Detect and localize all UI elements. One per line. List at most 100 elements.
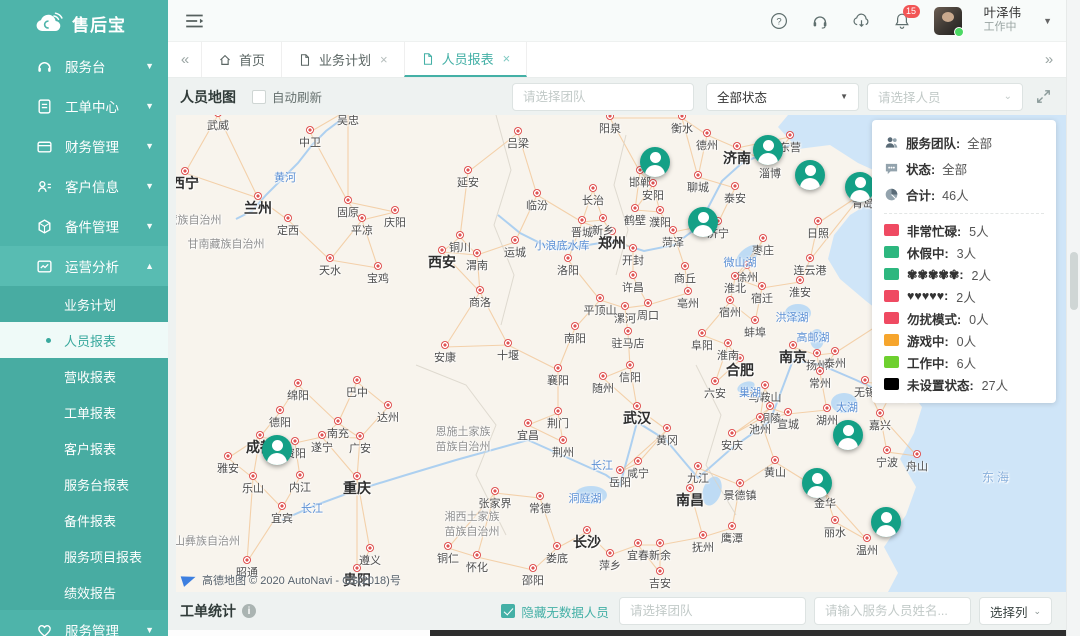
legend-status-value: 0人 — [957, 331, 976, 350]
caret-down-icon: ▼ — [145, 181, 154, 191]
sidebar-item-备件管理[interactable]: 备件管理▼ — [0, 206, 168, 246]
legend-summary: 服务团队:全部状态:全部合计:46人 — [884, 129, 1044, 207]
status-filter-value: 全部状态 — [717, 87, 767, 106]
legend-status-value: 6人 — [957, 353, 976, 372]
sidebar-item-财务管理[interactable]: 财务管理▼ — [0, 126, 168, 166]
caret-down-icon: ▼ — [145, 625, 154, 635]
page-scrollbar[interactable] — [1066, 0, 1080, 636]
tab-close-icon[interactable]: × — [380, 52, 388, 67]
finance-icon — [36, 138, 53, 155]
analytics-icon — [36, 258, 53, 275]
personnel-marker-icon[interactable] — [802, 468, 832, 498]
workorder-stats-bar: 工单统计 i 隐藏无数据人员 选择列 ⌄ — [168, 592, 1066, 630]
legend-status-label: 勿扰模式: — [907, 309, 961, 328]
personnel-marker-icon[interactable] — [845, 172, 875, 202]
stats-team-filter-input[interactable] — [619, 597, 806, 625]
sidebar-item-服务管理[interactable]: 服务管理▼ — [0, 610, 168, 636]
user-info[interactable]: 叶泽伟 工作中 — [984, 6, 1022, 35]
download-release-icon[interactable] — [852, 12, 871, 30]
personnel-marker-icon[interactable] — [688, 207, 718, 237]
sidebar-subitem-label: 服务台报表 — [64, 475, 129, 494]
team-filter-input[interactable] — [512, 83, 694, 111]
legend-status-row: 未设置状态:27人 — [884, 373, 1044, 395]
sidebar-subitem-业务计划[interactable]: 业务计划 — [0, 286, 168, 322]
choose-columns-button[interactable]: 选择列 ⌄ — [979, 597, 1052, 625]
sidebar-item-工单中心[interactable]: 工单中心▼ — [0, 86, 168, 126]
auto-refresh-label[interactable]: 自动刷新 — [272, 87, 322, 106]
hide-empty-checkbox[interactable] — [501, 604, 515, 618]
legend-summary-value: 全部 — [967, 133, 992, 152]
sidebar-subitem-绩效报告[interactable]: 绩效报告 — [0, 574, 168, 610]
person-filter-select[interactable]: 请选择人员 ⌄ — [867, 83, 1023, 111]
help-icon[interactable]: ? — [770, 12, 789, 30]
workorder-icon — [36, 98, 53, 115]
legend-status-label: 工作中: — [907, 353, 949, 372]
user-menu-caret-icon[interactable]: ▼ — [1043, 16, 1052, 26]
scrollbar-thumb[interactable] — [1070, 252, 1078, 310]
personnel-map[interactable]: 西宁兰州西安郑州济南武汉合肥南京上海南昌长沙重庆成都贵阳武威吴忠中卫定西固原平凉… — [176, 115, 1066, 592]
document-icon — [421, 52, 435, 66]
legend-status-label: 游戏中: — [907, 331, 949, 350]
legend-status-row: ♥♥♥♥♥:2人 — [884, 285, 1044, 307]
legend-status-row: 非常忙碌:5人 — [884, 219, 1044, 241]
legend-status-value: 2人 — [972, 265, 991, 284]
notification-badge: 15 — [903, 5, 920, 18]
stats-person-name-input[interactable] — [814, 597, 971, 625]
tab-业务计划[interactable]: 业务计划× — [281, 42, 405, 77]
svg-text:?: ? — [776, 16, 781, 27]
tab-label: 首页 — [239, 50, 265, 69]
legend-color-swatch — [884, 246, 899, 258]
sidebar-subitem-营收报表[interactable]: 营收报表 — [0, 358, 168, 394]
info-icon: i — [242, 604, 256, 618]
status-filter-select[interactable]: 全部状态 ▼ — [706, 83, 859, 111]
home-icon — [218, 53, 232, 67]
sidebar-item-运营分析[interactable]: 运营分析▲ — [0, 246, 168, 286]
personnel-marker-icon[interactable] — [262, 435, 292, 465]
notification-bell-icon[interactable]: 15 — [893, 12, 912, 30]
caret-up-icon: ▲ — [145, 261, 154, 271]
map-toolbar: 人员地图 自动刷新 全部状态 ▼ 请选择人员 ⌄ — [168, 78, 1066, 115]
caret-down-icon: ▼ — [145, 141, 154, 151]
legend-status-label: ✾✾✾✾✾: — [907, 267, 964, 282]
sidebar-subitem-备件报表[interactable]: 备件报表 — [0, 502, 168, 538]
tab-首页[interactable]: 首页 — [201, 42, 282, 77]
collapse-menu-icon[interactable] — [184, 12, 206, 30]
sidebar: 售后宝 服务台▼工单中心▼财务管理▼客户信息▼备件管理▼运营分析▲业务计划人员报… — [0, 0, 168, 636]
sidebar-subitem-label: 服务项目报表 — [64, 547, 142, 566]
cloud-logo-icon — [34, 12, 64, 34]
sidebar-subitem-人员报表[interactable]: 人员报表 — [0, 322, 168, 358]
legend-status-label: 非常忙碌: — [907, 221, 961, 240]
headset-support-icon[interactable] — [811, 12, 830, 30]
tab-人员报表[interactable]: 人员报表× — [404, 42, 528, 77]
tabs-scroll-left-icon[interactable]: « — [168, 42, 202, 77]
hide-empty-label[interactable]: 隐藏无数据人员 — [521, 602, 609, 621]
partial-content-dark — [430, 630, 1066, 636]
tab-close-icon[interactable]: × — [503, 51, 511, 66]
map-legend-panel: 服务团队:全部状态:全部合计:46人 非常忙碌:5人休假中:3人✾✾✾✾✾:2人… — [872, 120, 1056, 403]
sidebar-item-客户信息[interactable]: 客户信息▼ — [0, 166, 168, 206]
sidebar-item-服务台[interactable]: 服务台▼ — [0, 46, 168, 86]
auto-refresh-checkbox[interactable] — [252, 90, 266, 104]
panel-title: 人员地图 — [180, 87, 236, 107]
personnel-marker-icon[interactable] — [753, 135, 783, 165]
user-name: 叶泽伟 — [984, 6, 1022, 22]
user-avatar[interactable] — [934, 7, 962, 35]
personnel-marker-icon[interactable] — [871, 507, 901, 537]
sidebar-subitem-服务项目报表[interactable]: 服务项目报表 — [0, 538, 168, 574]
personnel-marker-icon[interactable] — [833, 420, 863, 450]
personnel-marker-icon[interactable] — [640, 147, 670, 177]
sidebar-subitem-服务台报表[interactable]: 服务台报表 — [0, 466, 168, 502]
legend-color-swatch — [884, 268, 899, 280]
legend-status-row: 勿扰模式:0人 — [884, 307, 1044, 329]
legend-divider — [884, 213, 1044, 214]
caret-down-icon: ▼ — [145, 61, 154, 71]
select-chevron-icon: ⌄ — [1004, 91, 1012, 102]
document-icon — [298, 53, 312, 67]
tabs-scroll-right-icon[interactable]: » — [1032, 42, 1066, 77]
legend-summary-value: 全部 — [942, 159, 967, 178]
personnel-marker-icon[interactable] — [795, 160, 825, 190]
fullscreen-expand-icon[interactable] — [1035, 88, 1052, 105]
sidebar-subitem-客户报表[interactable]: 客户报表 — [0, 430, 168, 466]
legend-summary-value: 46人 — [942, 185, 968, 204]
sidebar-subitem-工单报表[interactable]: 工单报表 — [0, 394, 168, 430]
